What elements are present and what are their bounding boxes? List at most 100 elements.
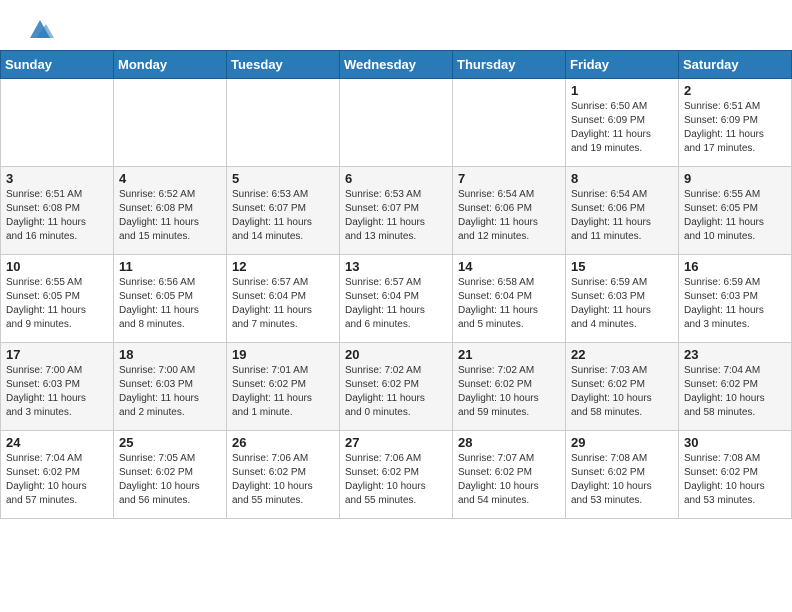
day-number: 28 (458, 435, 560, 450)
day-info: Sunrise: 7:06 AM Sunset: 6:02 PM Dayligh… (232, 452, 334, 508)
day-info: Sunrise: 7:02 AM Sunset: 6:02 PM Dayligh… (345, 364, 447, 420)
weekday-header-sunday: Sunday (1, 51, 114, 79)
calendar-cell: 2 Sunrise: 6:51 AM Sunset: 6:09 PM Daylig… (679, 79, 792, 167)
week-row-3: 10 Sunrise: 6:55 AM Sunset: 6:05 PM Dayli… (1, 255, 792, 343)
calendar-table: SundayMondayTuesdayWednesdayThursdayFrid… (0, 50, 792, 519)
day-info: Sunrise: 6:55 AM Sunset: 6:05 PM Dayligh… (684, 188, 786, 244)
day-info: Sunrise: 6:59 AM Sunset: 6:03 PM Dayligh… (684, 276, 786, 332)
day-number: 9 (684, 171, 786, 186)
calendar-cell: 20 Sunrise: 7:02 AM Sunset: 6:02 PM Dayli… (340, 343, 453, 431)
day-info: Sunrise: 7:04 AM Sunset: 6:02 PM Dayligh… (684, 364, 786, 420)
calendar-cell: 18Sunrise: 7:00 AM Sunset: 6:03 PM Dayli… (114, 343, 227, 431)
day-number: 16 (684, 259, 786, 274)
day-number: 11 (119, 259, 221, 274)
day-number: 3 (6, 171, 108, 186)
calendar-cell: 17Sunrise: 7:00 AM Sunset: 6:03 PM Dayli… (1, 343, 114, 431)
calendar-cell: 5 Sunrise: 6:53 AM Sunset: 6:07 PM Daylig… (227, 167, 340, 255)
day-number: 7 (458, 171, 560, 186)
calendar-cell: 7 Sunrise: 6:54 AM Sunset: 6:06 PM Daylig… (453, 167, 566, 255)
day-number: 19 (232, 347, 334, 362)
day-info: Sunrise: 6:57 AM Sunset: 6:04 PM Dayligh… (345, 276, 447, 332)
day-number: 22 (571, 347, 673, 362)
page-header (0, 0, 792, 50)
day-info: Sunrise: 6:52 AM Sunset: 6:08 PM Dayligh… (119, 188, 221, 244)
day-number: 27 (345, 435, 447, 450)
day-number: 29 (571, 435, 673, 450)
day-number: 25 (119, 435, 221, 450)
calendar-cell: 21Sunrise: 7:02 AM Sunset: 6:02 PM Dayli… (453, 343, 566, 431)
week-row-2: 3 Sunrise: 6:51 AM Sunset: 6:08 PM Daylig… (1, 167, 792, 255)
calendar-cell: 16 Sunrise: 6:59 AM Sunset: 6:03 PM Dayli… (679, 255, 792, 343)
calendar-cell: 13 Sunrise: 6:57 AM Sunset: 6:04 PM Dayli… (340, 255, 453, 343)
calendar-cell: 25 Sunrise: 7:05 AM Sunset: 6:02 PM Dayli… (114, 431, 227, 519)
day-number: 12 (232, 259, 334, 274)
calendar-cell (114, 79, 227, 167)
day-number: 2 (684, 83, 786, 98)
day-number: 18 (119, 347, 221, 362)
week-row-5: 24Sunrise: 7:04 AM Sunset: 6:02 PM Dayli… (1, 431, 792, 519)
day-info: Sunrise: 7:07 AM Sunset: 6:02 PM Dayligh… (458, 452, 560, 508)
day-number: 30 (684, 435, 786, 450)
day-info: Sunrise: 7:01 AM Sunset: 6:02 PM Dayligh… (232, 364, 334, 420)
day-info: Sunrise: 6:54 AM Sunset: 6:06 PM Dayligh… (571, 188, 673, 244)
day-number: 1 (571, 83, 673, 98)
day-number: 5 (232, 171, 334, 186)
day-info: Sunrise: 6:51 AM Sunset: 6:09 PM Dayligh… (684, 100, 786, 156)
day-info: Sunrise: 7:08 AM Sunset: 6:02 PM Dayligh… (571, 452, 673, 508)
calendar-cell: 6 Sunrise: 6:53 AM Sunset: 6:07 PM Daylig… (340, 167, 453, 255)
day-number: 20 (345, 347, 447, 362)
calendar-cell: 12Sunrise: 6:57 AM Sunset: 6:04 PM Dayli… (227, 255, 340, 343)
calendar-cell (227, 79, 340, 167)
day-info: Sunrise: 6:53 AM Sunset: 6:07 PM Dayligh… (345, 188, 447, 244)
calendar-cell: 3 Sunrise: 6:51 AM Sunset: 6:08 PM Daylig… (1, 167, 114, 255)
day-number: 15 (571, 259, 673, 274)
logo (24, 18, 54, 40)
calendar-cell: 1Sunrise: 6:50 AM Sunset: 6:09 PM Daylig… (566, 79, 679, 167)
day-number: 26 (232, 435, 334, 450)
calendar-cell (453, 79, 566, 167)
day-info: Sunrise: 6:58 AM Sunset: 6:04 PM Dayligh… (458, 276, 560, 332)
calendar-cell (1, 79, 114, 167)
day-info: Sunrise: 6:59 AM Sunset: 6:03 PM Dayligh… (571, 276, 673, 332)
calendar-cell: 9 Sunrise: 6:55 AM Sunset: 6:05 PM Daylig… (679, 167, 792, 255)
day-number: 23 (684, 347, 786, 362)
calendar-cell: 28 Sunrise: 7:07 AM Sunset: 6:02 PM Dayli… (453, 431, 566, 519)
weekday-header-monday: Monday (114, 51, 227, 79)
calendar-cell: 14 Sunrise: 6:58 AM Sunset: 6:04 PM Dayli… (453, 255, 566, 343)
day-number: 14 (458, 259, 560, 274)
day-number: 21 (458, 347, 560, 362)
day-number: 13 (345, 259, 447, 274)
calendar-cell: 27 Sunrise: 7:06 AM Sunset: 6:02 PM Dayli… (340, 431, 453, 519)
calendar-cell: 10 Sunrise: 6:55 AM Sunset: 6:05 PM Dayli… (1, 255, 114, 343)
day-info: Sunrise: 6:56 AM Sunset: 6:05 PM Dayligh… (119, 276, 221, 332)
weekday-header-friday: Friday (566, 51, 679, 79)
day-info: Sunrise: 7:06 AM Sunset: 6:02 PM Dayligh… (345, 452, 447, 508)
calendar-cell: 4 Sunrise: 6:52 AM Sunset: 6:08 PM Daylig… (114, 167, 227, 255)
day-info: Sunrise: 6:53 AM Sunset: 6:07 PM Dayligh… (232, 188, 334, 244)
calendar-cell: 11 Sunrise: 6:56 AM Sunset: 6:05 PM Dayli… (114, 255, 227, 343)
weekday-header-thursday: Thursday (453, 51, 566, 79)
day-info: Sunrise: 6:55 AM Sunset: 6:05 PM Dayligh… (6, 276, 108, 332)
calendar-cell: 15 Sunrise: 6:59 AM Sunset: 6:03 PM Dayli… (566, 255, 679, 343)
day-number: 8 (571, 171, 673, 186)
day-info: Sunrise: 7:08 AM Sunset: 6:02 PM Dayligh… (684, 452, 786, 508)
week-row-4: 17Sunrise: 7:00 AM Sunset: 6:03 PM Dayli… (1, 343, 792, 431)
day-number: 6 (345, 171, 447, 186)
calendar-cell: 8 Sunrise: 6:54 AM Sunset: 6:06 PM Daylig… (566, 167, 679, 255)
day-number: 10 (6, 259, 108, 274)
week-row-1: 1Sunrise: 6:50 AM Sunset: 6:09 PM Daylig… (1, 79, 792, 167)
calendar-cell: 30 Sunrise: 7:08 AM Sunset: 6:02 PM Dayli… (679, 431, 792, 519)
weekday-header-wednesday: Wednesday (340, 51, 453, 79)
day-info: Sunrise: 6:54 AM Sunset: 6:06 PM Dayligh… (458, 188, 560, 244)
day-info: Sunrise: 7:05 AM Sunset: 6:02 PM Dayligh… (119, 452, 221, 508)
day-number: 4 (119, 171, 221, 186)
day-number: 17 (6, 347, 108, 362)
calendar-cell: 22Sunrise: 7:03 AM Sunset: 6:02 PM Dayli… (566, 343, 679, 431)
calendar-cell (340, 79, 453, 167)
day-info: Sunrise: 6:51 AM Sunset: 6:08 PM Dayligh… (6, 188, 108, 244)
calendar-cell: 29 Sunrise: 7:08 AM Sunset: 6:02 PM Dayli… (566, 431, 679, 519)
calendar-cell: 19 Sunrise: 7:01 AM Sunset: 6:02 PM Dayli… (227, 343, 340, 431)
weekday-header-tuesday: Tuesday (227, 51, 340, 79)
calendar-cell: 24Sunrise: 7:04 AM Sunset: 6:02 PM Dayli… (1, 431, 114, 519)
weekday-header-row: SundayMondayTuesdayWednesdayThursdayFrid… (1, 51, 792, 79)
